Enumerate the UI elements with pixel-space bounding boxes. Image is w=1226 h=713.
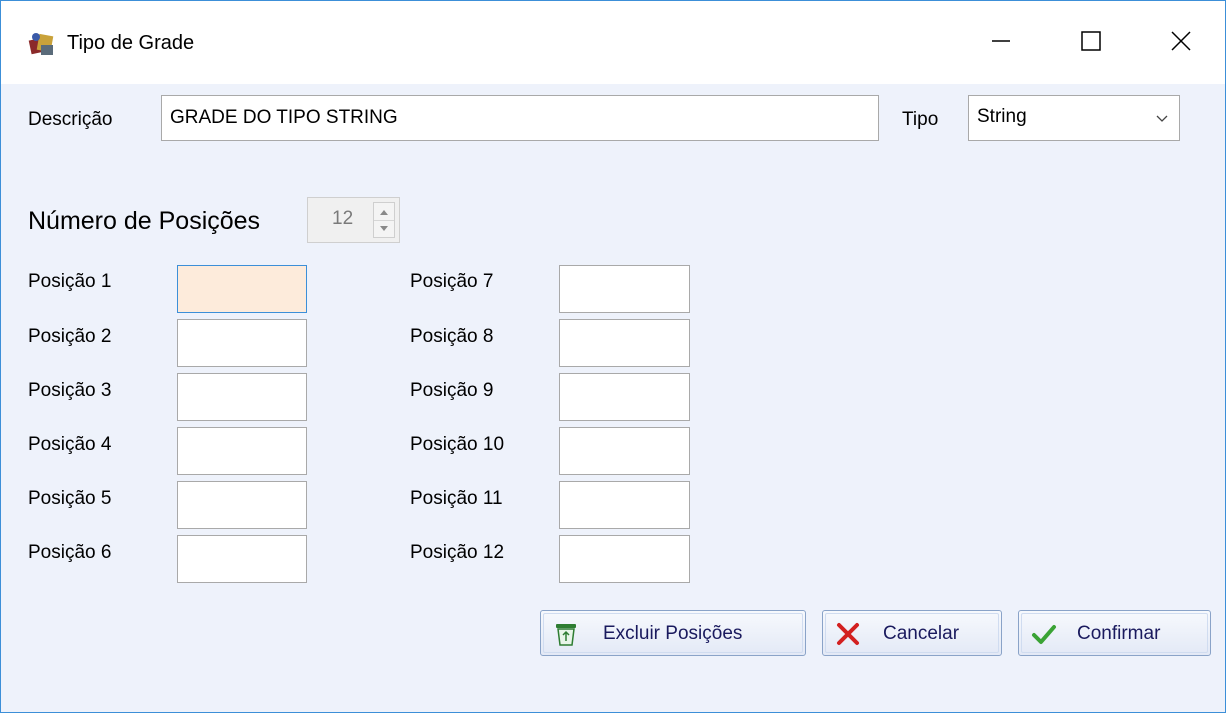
num-posicoes-value: 12 xyxy=(332,208,354,229)
maximize-button[interactable] xyxy=(1051,11,1131,75)
chevron-down-icon xyxy=(1155,111,1169,125)
arrow-down-icon xyxy=(379,220,389,238)
spinner-down-button[interactable] xyxy=(374,220,394,237)
position-label: Posição 10 xyxy=(410,434,505,455)
position-2-input[interactable] xyxy=(177,319,307,367)
num-posicoes-label: Número de Posições xyxy=(28,207,261,235)
position-label: Posição 5 xyxy=(28,488,112,509)
descricao-input[interactable] xyxy=(161,95,879,141)
cancelar-button[interactable]: Cancelar xyxy=(822,610,1002,656)
position-label: Posição 11 xyxy=(410,488,503,509)
window-title: Tipo de Grade xyxy=(67,32,195,54)
position-label: Posição 3 xyxy=(28,380,112,401)
excluir-posicoes-button[interactable]: Excluir Posições xyxy=(540,610,806,656)
spinner-buttons xyxy=(373,202,395,238)
position-label: Posição 7 xyxy=(410,271,494,292)
dialog-window: Tipo de Grade Descrição Tipo String Núme… xyxy=(0,0,1226,713)
cancelar-label: Cancelar xyxy=(883,623,960,644)
position-1-input[interactable] xyxy=(177,265,307,313)
position-label: Posição 2 xyxy=(28,326,112,347)
position-label: Posição 4 xyxy=(28,434,112,455)
position-label: Posição 12 xyxy=(410,542,505,563)
position-6-input[interactable] xyxy=(177,535,307,583)
position-3-input[interactable] xyxy=(177,373,307,421)
position-11-input[interactable] xyxy=(559,481,690,529)
recycle-bin-icon xyxy=(553,621,579,647)
excluir-posicoes-label: Excluir Posições xyxy=(603,623,743,644)
app-icon xyxy=(27,29,57,59)
close-button[interactable] xyxy=(1141,11,1221,75)
confirmar-button[interactable]: Confirmar xyxy=(1018,610,1211,656)
tipo-label: Tipo xyxy=(902,109,939,130)
close-icon xyxy=(1170,30,1192,57)
red-x-icon xyxy=(835,621,861,647)
position-10-input[interactable] xyxy=(559,427,690,475)
position-12-input[interactable] xyxy=(559,535,690,583)
minimize-button[interactable] xyxy=(961,11,1041,75)
maximize-icon xyxy=(1080,30,1102,57)
position-5-input[interactable] xyxy=(177,481,307,529)
position-label: Posição 9 xyxy=(410,380,494,401)
position-9-input[interactable] xyxy=(559,373,690,421)
tipo-select[interactable]: String xyxy=(968,95,1180,141)
tipo-select-value: String xyxy=(977,106,1027,127)
position-4-input[interactable] xyxy=(177,427,307,475)
descricao-label: Descrição xyxy=(28,109,113,130)
position-label: Posição 8 xyxy=(410,326,494,347)
green-check-icon xyxy=(1031,621,1057,647)
position-label: Posição 1 xyxy=(28,271,112,292)
spinner-up-button[interactable] xyxy=(374,203,394,221)
position-8-input[interactable] xyxy=(559,319,690,367)
position-7-input[interactable] xyxy=(559,265,690,313)
num-posicoes-spinner[interactable]: 12 xyxy=(307,197,400,243)
position-label: Posição 6 xyxy=(28,542,112,563)
arrow-up-icon xyxy=(379,203,389,221)
minimize-icon xyxy=(990,30,1012,57)
title-bar: Tipo de Grade xyxy=(1,1,1225,84)
confirmar-label: Confirmar xyxy=(1077,623,1161,644)
